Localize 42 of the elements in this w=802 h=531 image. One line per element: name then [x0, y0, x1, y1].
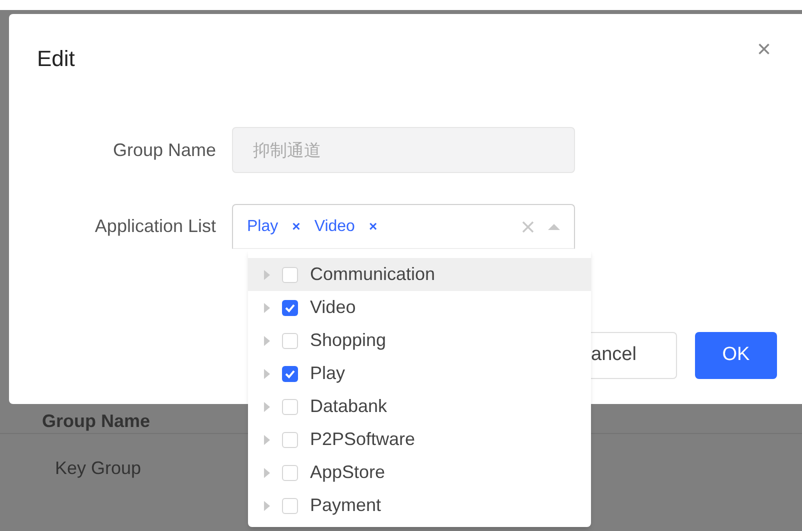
close-button[interactable]: × — [757, 38, 772, 62]
expand-arrow-icon[interactable] — [264, 468, 270, 478]
expand-arrow-icon[interactable] — [264, 500, 270, 510]
option-label[interactable]: AppStore — [310, 459, 386, 486]
expand-arrow-icon[interactable] — [264, 368, 270, 378]
checkbox[interactable] — [282, 266, 298, 282]
checkbox[interactable] — [282, 398, 298, 414]
checkbox[interactable] — [282, 366, 298, 382]
option-label[interactable]: Payment — [310, 492, 382, 519]
cancel-button[interactable]: ancel — [591, 332, 677, 379]
clear-icon[interactable] — [522, 220, 534, 232]
expand-arrow-icon[interactable] — [264, 270, 270, 280]
dialog-title: Edit — [37, 45, 75, 73]
field-label: Group Name — [112, 138, 217, 162]
tag-remove-button[interactable]: × — [368, 216, 378, 237]
option-label[interactable]: Video — [310, 294, 356, 321]
expand-arrow-icon[interactable] — [264, 402, 270, 412]
option-label[interactable]: Databank — [310, 393, 388, 420]
option-label[interactable]: Communication — [310, 261, 436, 288]
checkbox[interactable] — [282, 464, 298, 480]
hovered-row[interactable]: Communication — [248, 258, 591, 291]
checkbox[interactable] — [282, 332, 298, 348]
checkmark-icon — [284, 302, 296, 314]
checkbox[interactable] — [282, 498, 298, 514]
field-label: Application List — [94, 215, 217, 238]
tag-label: Video — [314, 216, 355, 236]
checkmark-icon — [284, 368, 296, 380]
option-label[interactable]: Shopping — [310, 327, 386, 354]
ok-button[interactable]: OK — [695, 332, 777, 379]
checkbox[interactable] — [282, 432, 298, 448]
option-label[interactable]: P2PSoftware — [310, 426, 416, 453]
expand-arrow-icon[interactable] — [264, 336, 270, 346]
expand-arrow-icon[interactable] — [264, 434, 270, 444]
column-header: Group Name — [42, 410, 150, 433]
option-label[interactable]: Play — [310, 360, 346, 387]
caret-up-icon[interactable] — [548, 223, 560, 230]
tag-remove-button[interactable]: × — [292, 216, 300, 237]
checkbox[interactable] — [282, 300, 298, 316]
table-cell-text: Key Group — [55, 457, 142, 480]
tag-label: Play — [247, 216, 278, 236]
expand-arrow-icon[interactable] — [264, 302, 270, 312]
application-select[interactable]: Play × Video × — [232, 204, 575, 249]
